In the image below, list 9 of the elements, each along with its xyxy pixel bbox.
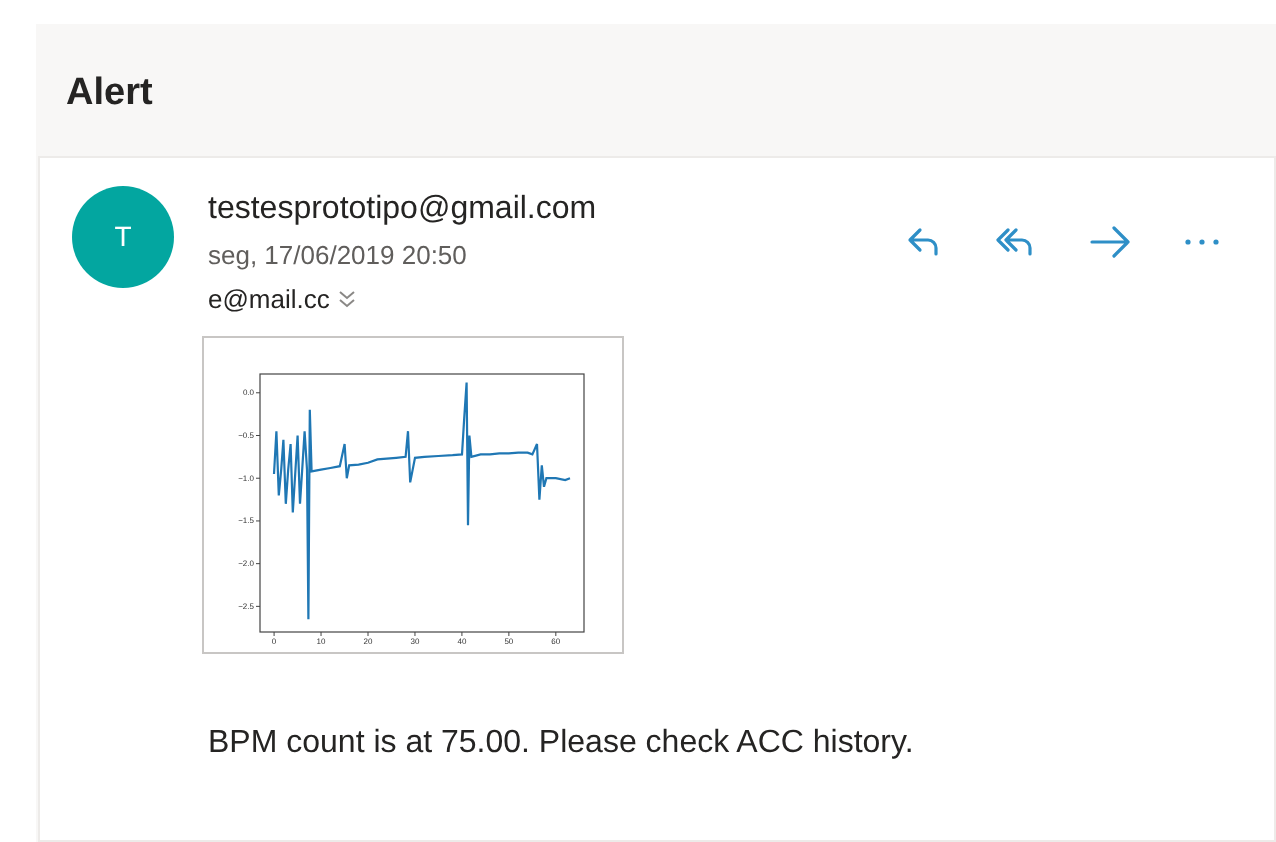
expand-chevron-icon[interactable] (337, 289, 356, 307)
message-body: BPM count is at 75.00. Please check ACC history. (208, 723, 916, 763)
sender-address[interactable]: testesprototipo@gmail.com (208, 189, 597, 229)
subject-title: Alert (64, 70, 155, 118)
message-date: seg, 17/06/2019 20:50 (208, 237, 469, 273)
avatar: T (72, 185, 174, 287)
forward-icon[interactable] (1088, 221, 1132, 261)
more-icon[interactable] (1182, 235, 1222, 247)
recipient-address[interactable]: e@mail.cc (208, 281, 330, 315)
